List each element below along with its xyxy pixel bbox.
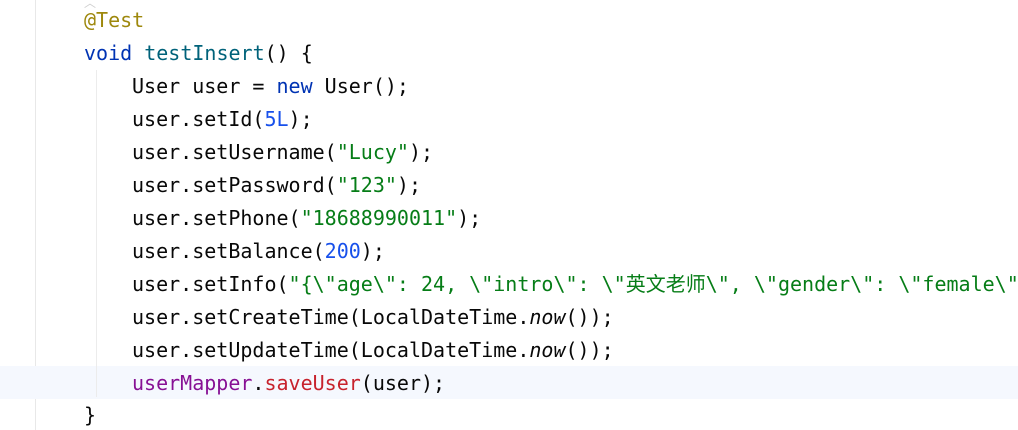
code-line[interactable]: userMapper.saveUser(user); xyxy=(132,367,445,400)
code-token: ); xyxy=(408,140,434,164)
code-token: now xyxy=(529,305,566,329)
code-line[interactable]: user.setId(5L); xyxy=(132,103,313,136)
code-token: User(); xyxy=(312,74,409,98)
code-token: user.setUpdateTime(LocalDateTime. xyxy=(132,338,530,362)
code-token: ); xyxy=(288,107,313,131)
code-token: user.setCreateTime(LocalDateTime. xyxy=(132,305,530,329)
indent-guide xyxy=(96,70,97,397)
code-token: "18688990011" xyxy=(300,206,458,230)
code-token: user.setUsername( xyxy=(132,140,337,164)
code-token: "123" xyxy=(336,173,397,197)
code-token: user.setBalance( xyxy=(132,239,325,263)
code-token: . xyxy=(252,371,265,395)
code-token: void xyxy=(84,41,133,65)
code-token: ); xyxy=(360,239,385,263)
code-line[interactable]: user.setBalance(200); xyxy=(132,235,385,268)
code-line[interactable]: user.setUsername("Lucy"); xyxy=(132,136,433,169)
code-line[interactable]: void testInsert() { xyxy=(84,37,313,70)
code-token: ()); xyxy=(565,338,614,362)
code-token: 5L xyxy=(264,107,289,131)
code-token: "{\"age\": 24, \"intro\": \"英文老师\", \"ge… xyxy=(288,272,1018,296)
code-line[interactable]: @Test xyxy=(84,4,144,37)
code-token: user.setInfo( xyxy=(132,272,289,296)
code-token: userMapper xyxy=(132,371,253,395)
code-token: 200 xyxy=(324,239,361,263)
code-token: user.setId( xyxy=(132,107,265,131)
code-token: ); xyxy=(457,206,482,230)
code-token: User user = xyxy=(132,74,277,98)
code-line[interactable]: user.setCreateTime(LocalDateTime.now()); xyxy=(132,301,614,334)
code-token: now xyxy=(529,338,566,362)
code-line[interactable]: user.setPassword("123"); xyxy=(132,169,421,202)
code-token: "Lucy" xyxy=(336,140,409,164)
code-line[interactable]: user.setUpdateTime(LocalDateTime.now()); xyxy=(132,334,614,367)
code-token: testInsert xyxy=(144,41,265,65)
code-token: user.setPhone( xyxy=(132,206,301,230)
code-token: saveUser xyxy=(264,371,361,395)
code-token: () { xyxy=(264,41,313,65)
code-line[interactable]: user.setPhone("18688990011"); xyxy=(132,202,481,235)
code-token: (user); xyxy=(360,371,446,395)
code-token: ); xyxy=(396,173,422,197)
code-token: } xyxy=(84,403,97,427)
code-token: ()); xyxy=(565,305,614,329)
code-editor[interactable]: ︿ @Test void testInsert() {User user = ne… xyxy=(0,0,1018,430)
code-token: user.setPassword( xyxy=(132,173,337,197)
code-line[interactable]: User user = new User(); xyxy=(132,70,409,103)
code-token: @Test xyxy=(84,8,145,32)
code-token: new xyxy=(276,74,313,98)
code-line[interactable]: user.setInfo("{\"age\": 24, \"intro\": \… xyxy=(132,268,1018,301)
code-line[interactable]: } xyxy=(84,399,96,430)
